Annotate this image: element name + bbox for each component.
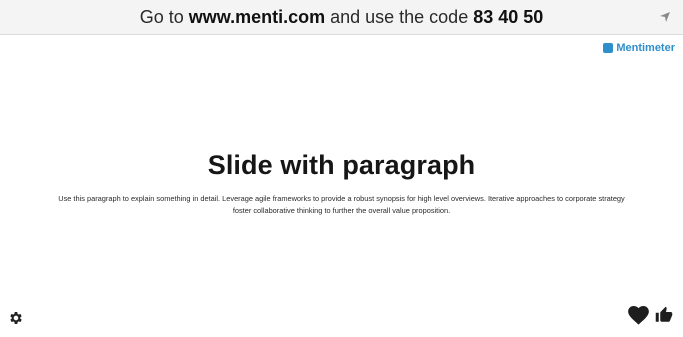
join-url[interactable]: www.menti.com — [189, 7, 325, 28]
slide-title: Slide with paragraph — [207, 150, 476, 180]
slide-paragraph: Use this paragraph to explain something … — [58, 194, 625, 215]
navigation-arrow-icon[interactable] — [659, 11, 671, 23]
thumbs-up-icon[interactable] — [655, 306, 673, 324]
join-code: 83 40 50 — [473, 6, 544, 27]
mentimeter-logo: Mentimeter — [603, 41, 675, 55]
join-middle-text: and use the code — [330, 6, 469, 27]
gear-icon[interactable] — [8, 310, 24, 326]
heart-icon[interactable] — [628, 306, 649, 325]
join-instructions-bar: Go to www.menti.com and use the code 83 … — [0, 0, 683, 35]
brand-name: Mentimeter — [616, 42, 675, 54]
join-prefix: Go to — [139, 6, 184, 27]
mentimeter-logo-icon — [603, 43, 614, 53]
